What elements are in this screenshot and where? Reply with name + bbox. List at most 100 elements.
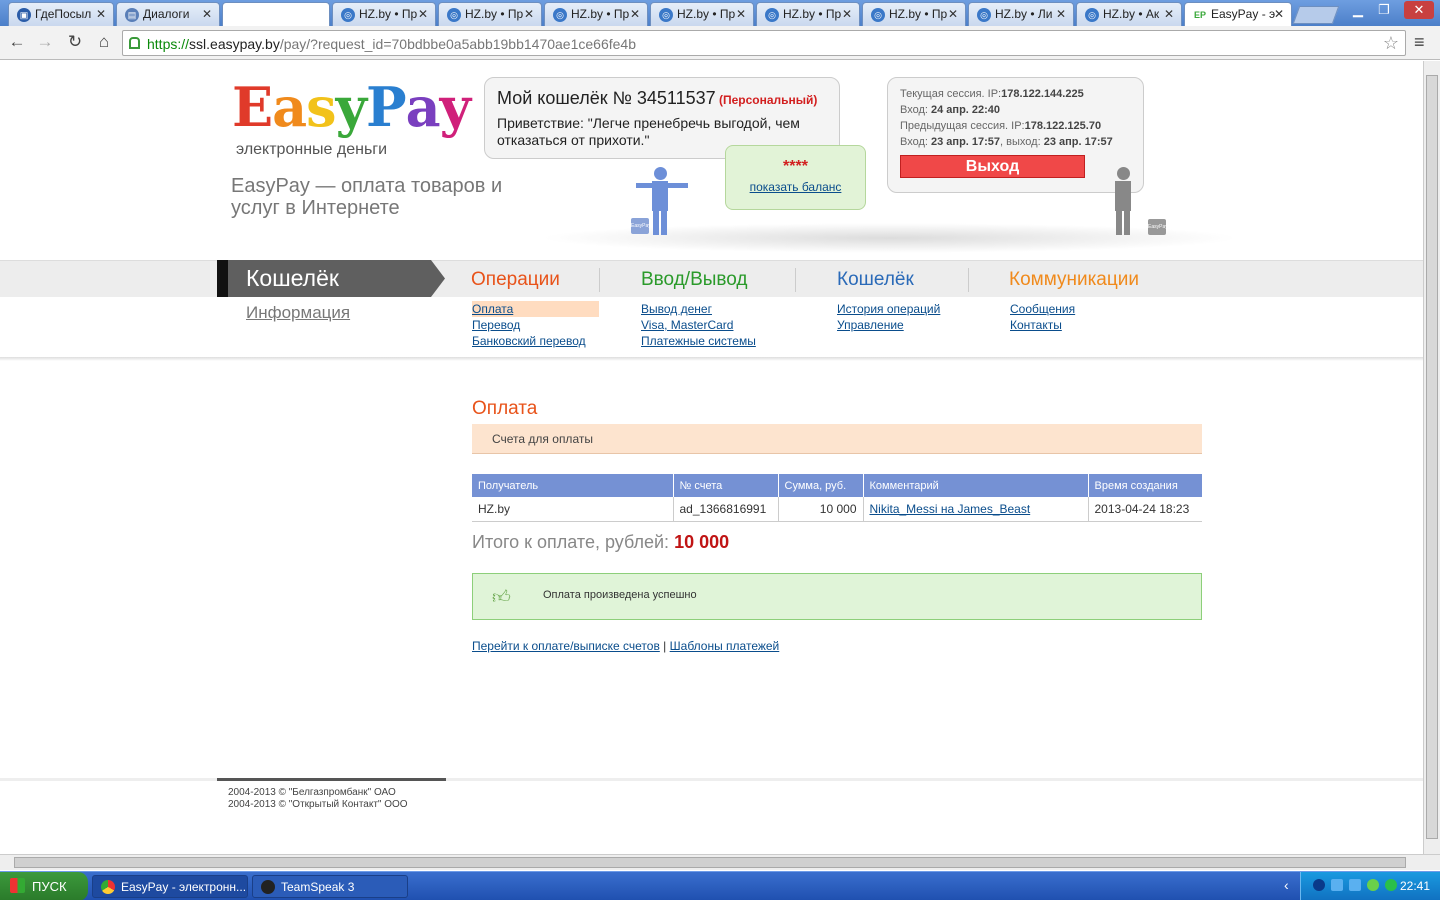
logo-letter: P	[365, 75, 407, 139]
footer-divider-accent	[217, 778, 446, 781]
taskbar: ПУСК EasyPay - электронн... TeamSpeak 3 …	[0, 871, 1440, 900]
browser-tab[interactable]: ◎ HZ.by • Ли ✕	[968, 2, 1074, 26]
close-icon[interactable]: ✕	[1274, 7, 1284, 21]
bottom-links: Перейти к оплате/выписке счетов | Шаблон…	[472, 639, 780, 653]
restore-icon[interactable]: ❐	[1372, 1, 1396, 19]
browser-tab[interactable]: ◎ HZ.by • Пр ✕	[544, 2, 648, 26]
close-icon[interactable]: ✕	[736, 7, 746, 21]
browser-tab[interactable]: ◎ HZ.by • Пр ✕	[332, 2, 436, 26]
browser-tab[interactable]: ◎ HZ.by • Ак ✕	[1076, 2, 1182, 26]
nav-link-manage[interactable]: Управление	[837, 317, 940, 333]
close-icon[interactable]: ✕	[96, 7, 106, 21]
nav-link-cards[interactable]: Visa, MasterCard	[641, 317, 756, 333]
info-link[interactable]: Информация	[246, 303, 350, 323]
nav-category-wallet[interactable]: Кошелёк	[837, 269, 914, 291]
invoices-link[interactable]: Перейти к оплате/выписке счетов	[472, 639, 660, 653]
briefcase-icon: EasyPay	[631, 218, 651, 234]
new-tab-button[interactable]	[1292, 6, 1340, 24]
comment-link[interactable]: Nikita_Messi на James_Beast	[870, 502, 1031, 516]
logo-letter: y	[439, 75, 471, 139]
logout-button[interactable]: Выход	[900, 155, 1085, 178]
browser-tab[interactable]: ◎ HZ.by • Пр ✕	[862, 2, 966, 26]
io-links: Вывод денег Visa, MasterCard Платежные с…	[641, 301, 756, 349]
status-icon[interactable]	[1385, 879, 1397, 891]
nav-separator	[795, 268, 796, 292]
greeting: Приветствие: "Легче пренебречь выгодой, …	[497, 115, 800, 148]
close-icon[interactable]: ✕	[1164, 7, 1174, 21]
nav-category-communications[interactable]: Коммуникации	[1009, 269, 1139, 291]
logo-letter: a	[405, 75, 441, 139]
browser-tab[interactable]: ◎ HZ.by • Пр ✕	[438, 2, 542, 26]
wallet-type: (Персональный)	[719, 93, 818, 107]
copyright-line: 2004-2013 © "Открытый Контакт" ООО	[228, 799, 408, 810]
table-header-row: Получатель № счета Сумма, руб. Комментар…	[472, 474, 1202, 497]
close-icon[interactable]: ✕	[630, 7, 640, 21]
logo-letter: y	[335, 75, 367, 139]
hz-icon: ◎	[659, 8, 673, 22]
nav-link-withdraw[interactable]: Вывод денег	[641, 301, 756, 317]
balance-hidden: ****	[783, 158, 808, 175]
icq-icon[interactable]	[1367, 879, 1379, 891]
logo-letter: a	[272, 75, 307, 139]
current-session: Текущая сессия. IP:178.122.144.225	[900, 88, 1084, 100]
forward-icon[interactable]: →	[34, 32, 56, 52]
person-arm	[636, 183, 688, 188]
nav-link-payment[interactable]: Оплата	[472, 301, 599, 317]
vertical-scrollbar[interactable]	[1423, 61, 1440, 854]
invoices-table: Получатель № счета Сумма, руб. Комментар…	[472, 474, 1202, 522]
chrome-icon	[101, 880, 115, 894]
nav-category-io[interactable]: Ввод/Вывод	[641, 269, 748, 291]
wallet-title: Мой кошелёк № 34511537	[497, 88, 716, 108]
easypay-logo[interactable]: EasyPay	[232, 75, 471, 139]
reload-icon[interactable]: ↻	[64, 32, 86, 52]
nav-link-payment-systems[interactable]: Платежные системы	[641, 333, 756, 349]
browser-tab[interactable]: ▤ Диалоги ✕	[116, 2, 220, 26]
nav-link-history[interactable]: История операций	[837, 301, 940, 317]
hz-icon: ◎	[871, 8, 885, 22]
browser-tab[interactable]: ▣ ГдеПосыл ✕	[8, 2, 114, 26]
nav-link-bank-transfer[interactable]: Банковский перевод	[472, 333, 599, 349]
column-header: Сумма, руб.	[778, 474, 864, 497]
minimize-icon[interactable]: ▁	[1346, 1, 1370, 19]
close-icon[interactable]: ✕	[202, 7, 212, 21]
chevron-left-icon[interactable]: ‹	[1284, 877, 1289, 893]
browser-tab[interactable]: ◎ HZ.by • Пр ✕	[756, 2, 860, 26]
close-window-icon[interactable]: ✕	[1404, 1, 1434, 19]
browser-tab-active[interactable]: ЕР EasyPay - э ✕	[1184, 2, 1292, 26]
nav-link-messages[interactable]: Сообщения	[1010, 301, 1075, 317]
horizontal-scrollbar[interactable]	[0, 854, 1440, 870]
templates-link[interactable]: Шаблоны платежей	[670, 639, 780, 653]
taskbar-item-easypay[interactable]: EasyPay - электронн...	[92, 875, 248, 898]
balance-bubble: **** показать баланс	[725, 145, 866, 210]
address-bar[interactable]: https://ssl.easypay.by/pay/?request_id=7…	[122, 30, 1406, 56]
logo-subtitle: электронные деньги	[236, 141, 388, 158]
display-icon[interactable]	[1331, 879, 1343, 891]
browser-tab[interactable]	[222, 2, 330, 26]
close-icon[interactable]: ✕	[1056, 7, 1066, 21]
show-balance-link[interactable]: показать баланс	[726, 180, 865, 194]
close-icon[interactable]: ✕	[418, 7, 428, 21]
network-icon[interactable]	[1313, 879, 1325, 891]
close-icon[interactable]: ✕	[842, 7, 852, 21]
operations-links: Оплата Перевод Банковский перевод	[472, 301, 599, 349]
nav-link-contacts[interactable]: Контакты	[1010, 317, 1075, 333]
menu-icon[interactable]: ≡	[1414, 32, 1425, 53]
nav-link-transfer[interactable]: Перевод	[472, 317, 599, 333]
taskbar-item-teamspeak[interactable]: TeamSpeak 3	[252, 875, 408, 898]
close-icon[interactable]: ✕	[524, 7, 534, 21]
display-icon[interactable]	[1349, 879, 1361, 891]
page-title: Оплата	[472, 398, 538, 419]
browser-tab[interactable]: ◎ HZ.by • Пр ✕	[650, 2, 754, 26]
recipient-cell: HZ.by	[472, 497, 674, 522]
browser-tab-strip: ▣ ГдеПосыл ✕ ▤ Диалоги ✕ ◎ HZ.by • Пр ✕ ◎ HZ.by…	[0, 0, 1440, 26]
close-icon[interactable]: ✕	[948, 7, 958, 21]
bookmark-star-icon[interactable]: ☆	[1383, 33, 1399, 54]
total-value: 10 000	[674, 532, 730, 552]
footer-divider	[0, 778, 1423, 781]
nav-category-operations[interactable]: Операции	[471, 269, 560, 291]
created-time-cell: 2013-04-24 18:23	[1088, 497, 1202, 522]
start-button[interactable]: ПУСК	[0, 872, 88, 900]
home-icon[interactable]: ⌂	[93, 32, 115, 52]
back-icon[interactable]: ←	[6, 32, 28, 52]
tagline: EasyPay — оплата товаров и услуг в Интер…	[231, 175, 503, 219]
